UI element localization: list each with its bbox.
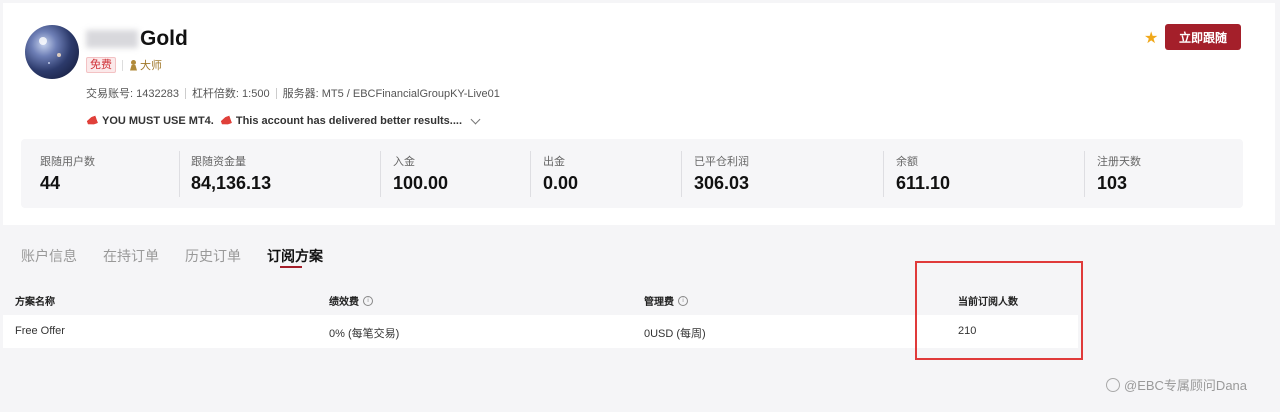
server: 服务器: MT5 / EBCFinancialGroupKY-Live01 [282, 88, 500, 100]
stat-label: 跟随用户数 [40, 156, 95, 168]
stat-divider [380, 151, 381, 197]
info-icon[interactable]: i [678, 295, 688, 306]
tag-divider [122, 59, 123, 71]
highlight-annotation-box [915, 261, 1083, 360]
follow-now-button[interactable]: 立即跟随 [1165, 24, 1241, 50]
stat-label: 余额 [896, 156, 918, 168]
stat-value: 103 [1097, 173, 1128, 193]
free-badge: 免费 [86, 57, 116, 73]
trader-name-text: Gold [140, 27, 188, 50]
divider [275, 87, 277, 99]
column-header-management-fee: 管理费 i [644, 293, 688, 308]
stat-divider [530, 151, 531, 197]
leverage: 杠杆倍数: 1:500 [191, 88, 270, 100]
stat-value: 44 [40, 173, 61, 193]
stats-panel: 跟随用户数 44 跟随资金量 84,136.13 入金 100.00 出金 0.… [21, 139, 1243, 208]
megaphone-icon [220, 115, 232, 127]
stat-divider [681, 151, 682, 197]
active-tab-indicator [280, 266, 302, 268]
cell-performance-fee: 0% (每笔交易) [329, 328, 400, 340]
column-header-label: 绩效费 [329, 297, 359, 308]
divider [184, 87, 186, 99]
cell-plan-name: Free Offer [15, 325, 65, 337]
stat-value: 100.00 [393, 173, 449, 193]
stat-value: 0.00 [543, 173, 579, 193]
tab-open-orders[interactable]: 在持订单 [103, 246, 159, 266]
stat-label: 出金 [543, 156, 565, 168]
stat-divider [1084, 151, 1085, 197]
column-header-label: 方案名称 [15, 297, 55, 308]
column-header-performance-fee: 绩效费 i [329, 293, 373, 308]
stat-label: 注册天数 [1097, 156, 1141, 168]
detail-tabs: 账户信息 在持订单 历史订单 订阅方案 [0, 240, 1280, 270]
master-badge-label: 大师 [140, 60, 162, 72]
stat-label: 已平仓利润 [694, 156, 749, 168]
info-icon[interactable]: i [363, 295, 373, 306]
watermark-text: @EBC专属顾问Dana [1124, 378, 1248, 393]
master-badge: 大师 [129, 57, 162, 73]
megaphone-icon [86, 115, 98, 127]
tab-account-info[interactable]: 账户信息 [21, 246, 77, 266]
trader-notice[interactable]: YOU MUST USE MT4. This account has deliv… [86, 114, 481, 127]
notice-part1: YOU MUST USE MT4. [102, 115, 214, 127]
chess-piece-icon [129, 59, 138, 71]
stat-label: 跟随资金量 [191, 156, 246, 168]
trader-avatar [25, 25, 79, 79]
tab-history-orders[interactable]: 历史订单 [185, 246, 241, 266]
stat-value: 611.10 [896, 173, 951, 193]
stat-value: 84,136.13 [191, 173, 272, 193]
chevron-down-icon[interactable] [470, 114, 481, 124]
notice-part2: This account has delivered better result… [235, 115, 463, 127]
star-icon[interactable]: ★ [1144, 28, 1158, 48]
column-header-plan-name: 方案名称 [15, 293, 55, 308]
stat-divider [883, 151, 884, 197]
stat-divider [179, 151, 180, 197]
stat-label: 入金 [393, 156, 415, 168]
tab-subscription-plans[interactable]: 订阅方案 [267, 246, 323, 266]
column-header-label: 管理费 [644, 297, 674, 308]
account-number: 交易账号: 1432283 [86, 88, 179, 100]
stat-value: 306.03 [694, 173, 750, 193]
watermark-logo-icon [1106, 377, 1120, 392]
name-redaction [86, 30, 138, 48]
trader-tags: 免费 大师 [86, 57, 162, 73]
watermark: @EBC专属顾问Dana [1106, 375, 1247, 394]
trader-name: Gold [86, 27, 188, 51]
account-info-line: 交易账号: 1432283 杠杆倍数: 1:500 服务器: MT5 / EBC… [86, 85, 500, 101]
cell-management-fee: 0USD (每周) [644, 328, 706, 340]
